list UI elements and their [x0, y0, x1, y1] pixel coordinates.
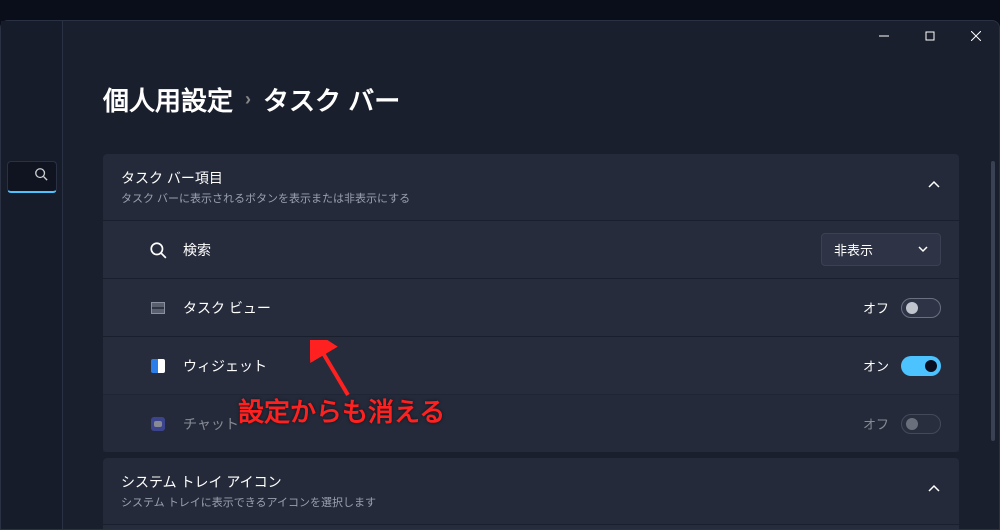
chat-toggle[interactable] [901, 414, 941, 434]
dropdown-value: 非表示 [834, 240, 873, 259]
setting-row-widgets: ウィジェット オン [103, 336, 959, 394]
setting-row-pen-menu: [ペン] メニュー [103, 524, 959, 529]
toggle-state-label: オフ [863, 298, 889, 317]
section-subtitle: システム トレイに表示できるアイコンを選択します [121, 494, 376, 510]
sidebar-search-input[interactable] [7, 161, 57, 193]
breadcrumb-parent[interactable]: 個人用設定 [103, 81, 233, 118]
toggle-state-label: オフ [863, 414, 889, 433]
chevron-up-icon [927, 178, 941, 197]
scrollbar[interactable] [991, 161, 995, 441]
search-icon [149, 241, 167, 259]
widgets-toggle[interactable] [901, 356, 941, 376]
setting-label: ウィジェット [183, 356, 267, 376]
section-system-tray-header[interactable]: システム トレイ アイコン システム トレイに表示できるアイコンを選択します [103, 458, 959, 524]
section-taskbar-items-header[interactable]: タスク バー項目 タスク バーに表示されるボタンを表示または非表示にする [103, 154, 959, 220]
chat-icon [149, 415, 167, 433]
search-icon [34, 167, 48, 186]
maximize-button[interactable] [907, 21, 953, 51]
setting-label: タスク ビュー [183, 298, 271, 318]
breadcrumb: 個人用設定 › タスク バー [103, 81, 959, 118]
setting-label: チャット [183, 414, 239, 434]
chevron-right-icon: › [245, 89, 251, 110]
widgets-icon [149, 357, 167, 375]
search-visibility-dropdown[interactable]: 非表示 [821, 233, 941, 266]
close-button[interactable] [953, 21, 999, 51]
setting-row-taskview: タスク ビュー オフ [103, 278, 959, 336]
section-title: タスク バー項目 [121, 168, 410, 188]
setting-row-chat: チャット オフ [103, 394, 959, 452]
chevron-down-icon [918, 242, 928, 257]
chevron-up-icon [927, 482, 941, 501]
section-title: システム トレイ アイコン [121, 472, 376, 492]
taskview-toggle[interactable] [901, 298, 941, 318]
page-title: タスク バー [263, 81, 400, 118]
section-subtitle: タスク バーに表示されるボタンを表示または非表示にする [121, 190, 410, 206]
taskview-icon [149, 299, 167, 317]
toggle-state-label: オン [863, 356, 889, 375]
setting-label: 検索 [183, 240, 211, 260]
setting-row-search: 検索 非表示 [103, 220, 959, 278]
minimize-button[interactable] [861, 21, 907, 51]
